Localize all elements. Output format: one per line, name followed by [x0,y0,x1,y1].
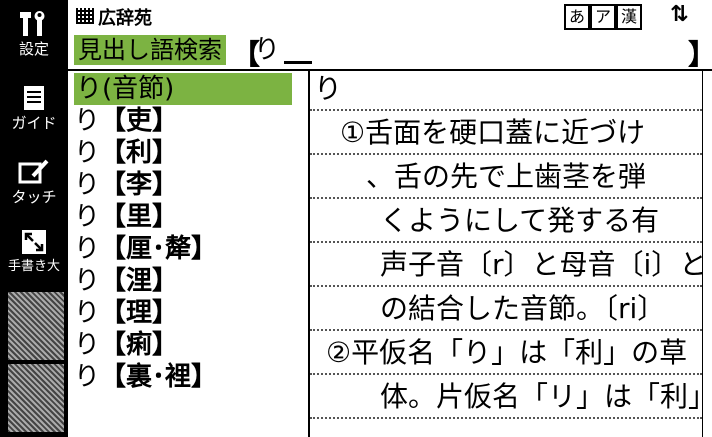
hiragana-mode[interactable]: あ [564,4,590,30]
guide-label: ガイド [11,114,57,132]
search-row: 見出し語検索 【 り 】 [68,33,712,71]
definition-line: ②平仮名「り」は「利」の草 [326,336,688,369]
list-item-word: 【裏･裡】 [100,362,218,392]
list-item-word: 【痢】 [100,330,179,360]
menu-grid-icon[interactable] [76,8,94,24]
list-item-head: り [74,138,101,168]
list-item-word: 【厘･犛】 [100,234,218,264]
kanji-mode[interactable]: 漢 [616,4,642,30]
settings-button[interactable]: 設定 [4,4,64,66]
tools-icon [20,11,45,36]
divider [310,417,702,419]
list-item-head: り [74,266,101,296]
expand-icon [22,230,46,254]
list-item[interactable]: り【痢】 [74,329,178,361]
list-item[interactable]: り【理】 [74,297,178,329]
touch-label: タッチ [11,188,57,206]
search-mode-label: 見出し語検索 [74,35,226,65]
list-item[interactable]: り【浬】 [74,265,178,297]
list-item-word: 【里】 [100,202,179,232]
list-item-word: 【理】 [100,298,179,328]
up-down-arrows-icon[interactable]: ⇅ [670,2,688,27]
definition-line: くようにして発する有 [380,204,660,237]
list-item-head: り [74,170,101,200]
list-item-word: 【吏】 [100,106,179,136]
definition-line: 声子音〔r〕と母音〔i〕と [380,248,708,281]
list-item[interactable]: り【厘･犛】 [74,233,217,265]
list-item-head: り [74,298,101,328]
definition-pane: り ①舌面を硬口蓋に近づけ 、舌の先で上歯茎を弾 くようにして発する有 声子音〔… [310,71,712,437]
list-item-head: り [74,234,101,264]
list-item-head: り [74,202,101,232]
list-item-head: り [74,330,101,360]
results-list: り(音節) り【吏】 り【利】 り【李】 り【里】 り【厘･犛】 り【浬】 り【… [68,71,310,437]
side-toolbar: 設定 ガイド タッチ 手書き大 [0,0,68,437]
definition-line: 体。片仮名「リ」は「利」 [380,380,712,413]
empty-slot [8,364,64,432]
list-item[interactable]: り【李】 [74,169,178,201]
definition-line: の結合した音節。〔ri〕 [380,292,666,325]
list-item-head: り [74,106,101,136]
touch-pen-icon [18,159,49,184]
large-handwriting-button[interactable]: 手書き大 [4,222,64,284]
empty-slot [8,292,64,360]
definition-headword: り [314,72,343,105]
settings-label: 設定 [18,40,49,58]
definition-line: ①舌面を硬口蓋に近づけ [340,116,646,149]
katakana-mode[interactable]: ア [590,4,616,30]
touch-button[interactable]: タッチ [4,152,64,214]
list-item-word: (音節) [102,74,175,104]
list-item-word: 【李】 [100,170,179,200]
list-item[interactable]: り【利】 [74,137,178,169]
list-item-word: 【利】 [100,138,179,168]
list-item-head: り [76,74,103,104]
list-item-word: 【浬】 [100,266,179,296]
list-item-selected[interactable]: り(音節) [74,73,292,105]
list-item[interactable]: り【里】 [74,201,178,233]
scrollbar[interactable] [702,71,711,437]
title-bar: 広辞苑 あ ア 漢 ⇅ [68,0,712,35]
list-item[interactable]: り【吏】 [74,105,178,137]
guide-button[interactable]: ガイド [4,78,64,140]
dictionary-screen: 設定 ガイド タッチ 手書き大 広辞苑 あ ア 漢 ⇅ 見出し語検索 【 り り… [0,0,712,437]
large-handwriting-label: 手書き大 [7,259,60,274]
dictionary-title: 広辞苑 [98,8,152,29]
definition-line: 、舌の先で上歯茎を弾 [366,160,647,193]
book-icon [24,86,44,110]
list-item[interactable]: り【裏･裡】 [74,361,217,393]
input-caret [284,61,312,64]
list-item-head: り [74,362,101,392]
